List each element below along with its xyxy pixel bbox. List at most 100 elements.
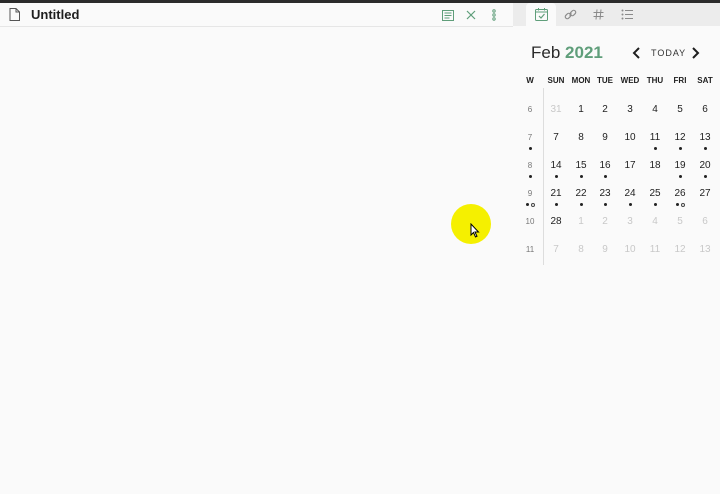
day-dots <box>544 203 568 209</box>
calendar-day[interactable]: 9 <box>593 132 617 143</box>
calendar-day[interactable]: 2 <box>593 104 617 115</box>
calendar-header-sun: SUN <box>547 76 565 85</box>
week-number[interactable]: 10 <box>518 217 542 226</box>
calendar-day[interactable]: 7 <box>544 244 568 255</box>
calendar-day[interactable]: 12 <box>668 132 692 143</box>
calendar-day[interactable]: 5 <box>668 104 692 115</box>
calendar-day[interactable]: 5 <box>668 216 692 227</box>
note-dot <box>628 203 632 206</box>
calendar-day[interactable]: 3 <box>618 216 642 227</box>
note-dot <box>678 147 682 150</box>
calendar-day[interactable]: 1 <box>569 216 593 227</box>
calendar-day[interactable]: 23 <box>593 188 617 199</box>
previous-month-icon[interactable] <box>631 46 643 60</box>
note-dot <box>653 203 657 206</box>
editor-header: Untitled <box>0 3 513 27</box>
calendar-day[interactable]: 4 <box>643 104 667 115</box>
calendar-header-w: W <box>526 76 534 85</box>
calendar-day[interactable]: 2 <box>593 216 617 227</box>
calendar-day[interactable]: 28 <box>544 216 568 227</box>
calendar-day[interactable]: 6 <box>693 104 717 115</box>
calendar-day[interactable]: 19 <box>668 160 692 171</box>
task-dot-hollow <box>680 202 685 207</box>
reading-view-icon <box>442 9 454 21</box>
calendar-day[interactable]: 20 <box>693 160 717 171</box>
calendar-header-tue: TUE <box>597 76 613 85</box>
calendar-day[interactable]: 31 <box>544 104 568 115</box>
day-dots <box>668 147 692 153</box>
calendar-day[interactable]: 11 <box>643 244 667 255</box>
calendar-header-wed: WED <box>620 76 640 85</box>
calendar-day[interactable]: 12 <box>668 244 692 255</box>
week-number[interactable]: 7 <box>518 133 542 142</box>
note-dot <box>675 203 679 206</box>
day-dots <box>668 175 692 181</box>
week-number[interactable]: 6 <box>518 105 542 114</box>
note-dot <box>703 175 707 178</box>
note-dot <box>579 203 583 206</box>
week-number[interactable]: 11 <box>518 245 542 254</box>
calendar-day[interactable]: 15 <box>569 160 593 171</box>
note-dot <box>603 203 607 206</box>
task-dot-hollow <box>530 202 535 207</box>
calendar-day[interactable]: 22 <box>569 188 593 199</box>
note-dot <box>528 147 532 150</box>
calendar-day[interactable]: 14 <box>544 160 568 171</box>
calendar-year: 2021 <box>565 43 603 62</box>
calendar-day[interactable]: 17 <box>618 160 642 171</box>
day-dots <box>643 203 667 209</box>
calendar-day[interactable]: 26 <box>668 188 692 199</box>
calendar-day[interactable]: 24 <box>618 188 642 199</box>
calendar-header-sat: SAT <box>697 76 713 85</box>
note-dot <box>703 147 707 150</box>
week-dots <box>518 175 542 181</box>
calendar-day[interactable]: 8 <box>569 244 593 255</box>
day-dots <box>693 147 717 153</box>
note-dot <box>579 175 583 178</box>
hash-icon <box>593 9 603 20</box>
more-options-button[interactable] <box>487 8 501 22</box>
calendar-day[interactable]: 16 <box>593 160 617 171</box>
calendar-day[interactable]: 6 <box>693 216 717 227</box>
calendar-day[interactable]: 4 <box>643 216 667 227</box>
today-button[interactable]: TODAY <box>651 48 686 58</box>
next-month-icon[interactable] <box>689 46 701 60</box>
mouse-pointer-icon <box>470 223 480 238</box>
calendar-day[interactable]: 10 <box>618 244 642 255</box>
note-dot <box>653 147 657 150</box>
calendar-month-title: Feb 2021 <box>531 43 603 63</box>
week-number[interactable]: 8 <box>518 161 542 170</box>
calendar-day[interactable]: 1 <box>569 104 593 115</box>
tab-outline[interactable] <box>612 3 642 26</box>
calendar-day[interactable]: 7 <box>544 132 568 143</box>
tab-backlinks[interactable] <box>555 3 585 26</box>
calendar-day[interactable]: 27 <box>693 188 717 199</box>
right-sidebar: Feb 2021 TODAY W SUN MON TUE WED THU FRI SAT 6 31… <box>513 3 720 494</box>
link-icon <box>564 9 576 20</box>
tab-calendar[interactable] <box>526 3 556 26</box>
week-number[interactable]: 9 <box>518 189 542 198</box>
calendar-day[interactable]: 13 <box>693 132 717 143</box>
calendar-day[interactable]: 10 <box>618 132 642 143</box>
day-dots <box>643 147 667 153</box>
tab-tags[interactable] <box>583 3 613 26</box>
day-dots <box>544 175 568 181</box>
note-title[interactable]: Untitled <box>31 7 79 22</box>
calendar-check-icon <box>534 8 548 21</box>
more-options-icon <box>492 9 496 21</box>
calendar-day[interactable]: 25 <box>643 188 667 199</box>
day-dots <box>593 175 617 181</box>
reading-view-button[interactable] <box>441 8 455 22</box>
calendar-day[interactable]: 3 <box>618 104 642 115</box>
calendar-day[interactable]: 9 <box>593 244 617 255</box>
calendar-header-thu: THU <box>646 76 664 85</box>
sidebar-tab-bar <box>513 3 720 26</box>
calendar-month: Feb <box>531 43 561 62</box>
close-button[interactable] <box>464 8 478 22</box>
editor-pane[interactable]: Untitled <box>0 3 513 494</box>
calendar-day[interactable]: 18 <box>643 160 667 171</box>
calendar-day[interactable]: 8 <box>569 132 593 143</box>
calendar-day[interactable]: 21 <box>544 188 568 199</box>
calendar-day[interactable]: 11 <box>643 132 667 143</box>
calendar-day[interactable]: 13 <box>693 244 717 255</box>
